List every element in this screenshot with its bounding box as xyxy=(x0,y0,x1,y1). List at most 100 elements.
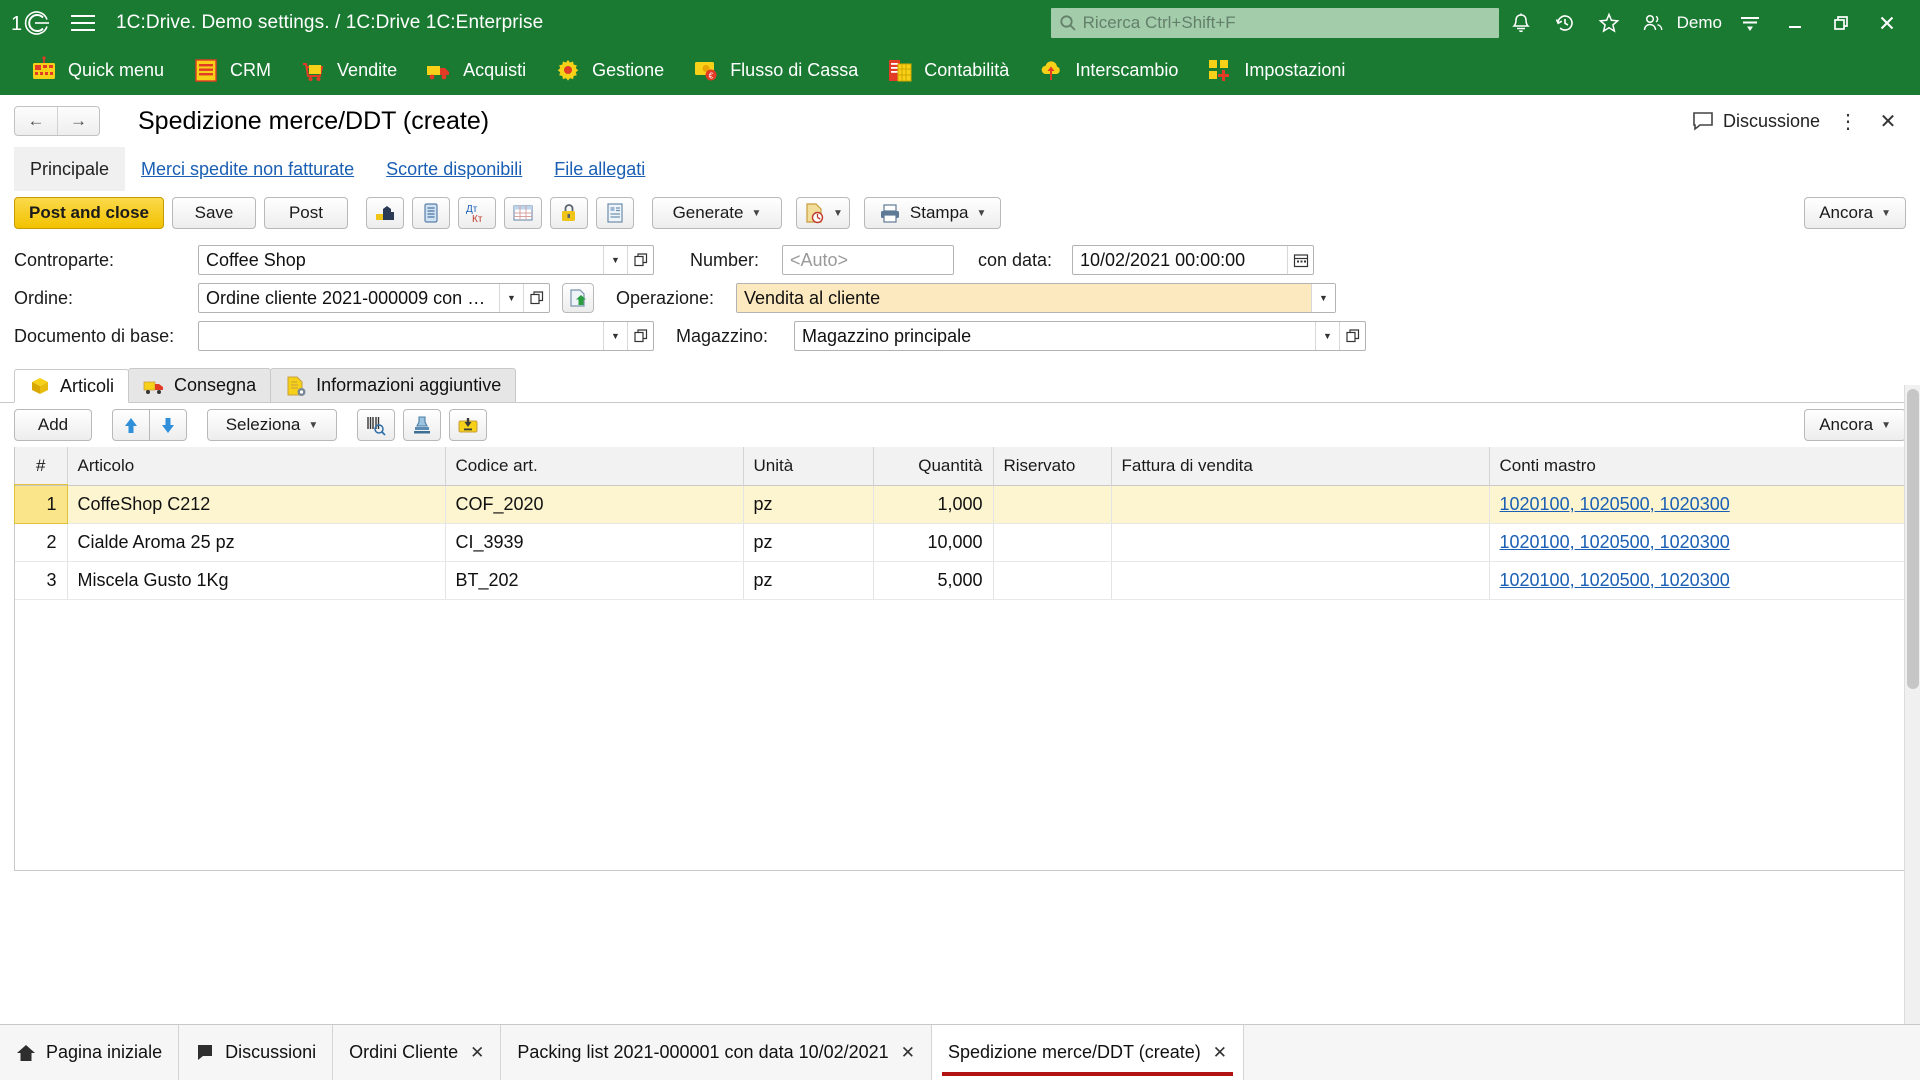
col-unita[interactable]: Unità xyxy=(743,447,874,486)
cell-riservato[interactable] xyxy=(993,485,1112,524)
cell-fattura[interactable] xyxy=(1111,485,1490,524)
calendar-icon[interactable] xyxy=(1287,246,1313,274)
table-report-icon[interactable] xyxy=(503,197,542,229)
cell-conti-mastro[interactable]: 1020100, 1020500, 1020300 xyxy=(1489,561,1905,600)
cell-riservato[interactable] xyxy=(993,523,1112,562)
col-quantita[interactable]: Quantità xyxy=(873,447,994,486)
barcode-scan-icon[interactable] xyxy=(357,409,395,441)
close-form-icon[interactable]: ✕ xyxy=(1870,103,1906,139)
bell-icon[interactable] xyxy=(1499,0,1543,45)
nav-item-gestione[interactable]: Gestione xyxy=(540,45,678,95)
cell-conti-mastro[interactable]: 1020100, 1020500, 1020300 xyxy=(1489,485,1905,524)
cell-quantita[interactable]: 1,000 xyxy=(873,485,994,524)
table-row[interactable]: 1 CoffeShop C212 COF_2020 pz 1,000 10201… xyxy=(14,484,1905,524)
users-icon[interactable] xyxy=(1631,0,1675,45)
user-label[interactable]: Demo xyxy=(1677,13,1722,33)
move-row-down-button[interactable] xyxy=(149,409,187,441)
subtab-principale[interactable]: Principale xyxy=(14,147,126,191)
fill-from-order-button[interactable] xyxy=(562,283,594,313)
nav-item-quick-menu[interactable]: Quick menu xyxy=(16,45,178,95)
import-icon[interactable] xyxy=(449,409,487,441)
add-row-button[interactable]: Add xyxy=(14,409,92,441)
cell-codice[interactable]: COF_2020 xyxy=(445,485,744,524)
ancora-dropdown-button-table[interactable]: Ancora ▼ xyxy=(1804,409,1906,441)
minimize-button[interactable] xyxy=(1772,0,1818,45)
ordine-open-icon[interactable] xyxy=(523,284,549,312)
options-menu-icon[interactable] xyxy=(1728,0,1772,45)
cell-fattura[interactable] xyxy=(1111,523,1490,562)
movements-icon[interactable] xyxy=(365,197,404,229)
ordine-field[interactable]: Ordine cliente 2021-000009 con data ▼ xyxy=(198,283,550,313)
close-icon[interactable]: ✕ xyxy=(470,1043,484,1063)
col-conti-mastro[interactable]: Conti mastro xyxy=(1489,447,1905,486)
magazzino-open-icon[interactable] xyxy=(1339,322,1365,350)
close-icon[interactable]: ✕ xyxy=(1213,1043,1227,1063)
close-icon[interactable]: ✕ xyxy=(901,1043,915,1063)
ordine-dropdown-icon[interactable]: ▼ xyxy=(499,284,523,312)
taskbar-item-pagina-iniziale[interactable]: Pagina iniziale xyxy=(0,1025,180,1080)
nav-item-interscambio[interactable]: Interscambio xyxy=(1023,45,1192,95)
number-field[interactable]: <Auto> xyxy=(782,245,954,275)
conti-mastro-link[interactable]: 1020100, 1020500, 1020300 xyxy=(1500,570,1730,590)
subtab-merci-spedite-non-fatturate[interactable]: Merci spedite non fatturate xyxy=(125,147,370,191)
tab-articoli[interactable]: Articoli xyxy=(14,369,130,403)
nav-item-crm[interactable]: CRM xyxy=(178,45,285,95)
taskbar-item-packing-list[interactable]: Packing list 2021-000001 con data 10/02/… xyxy=(501,1025,932,1080)
taskbar-item-spedizione-merce-ddt[interactable]: Spedizione merce/DDT (create) ✕ xyxy=(931,1025,1244,1080)
post-button[interactable]: Post xyxy=(263,197,348,229)
cell-quantita[interactable]: 5,000 xyxy=(873,561,994,600)
tab-informazioni-aggiuntive[interactable]: Informazioni aggiuntive xyxy=(270,368,517,402)
con-data-field[interactable]: 10/02/2021 00:00:00 xyxy=(1072,245,1314,275)
nav-item-impostazioni[interactable]: Impostazioni xyxy=(1192,45,1359,95)
col-index[interactable]: # xyxy=(15,447,68,486)
cell-unita[interactable]: pz xyxy=(743,485,874,524)
ancora-dropdown-button-top[interactable]: Ancora ▼ xyxy=(1804,197,1906,229)
controparte-dropdown-icon[interactable]: ▼ xyxy=(603,246,627,274)
taskbar-item-ordini-cliente[interactable]: Ordini Cliente ✕ xyxy=(333,1025,502,1080)
tab-consegna[interactable]: Consegna xyxy=(128,368,272,402)
table-row[interactable]: 2 Cialde Aroma 25 pz CI_3939 pz 10,000 1… xyxy=(15,523,1905,562)
dt-kt-icon[interactable]: Дт Кт xyxy=(457,197,496,229)
magazzino-field[interactable]: Magazzino principale ▼ xyxy=(794,321,1366,351)
operazione-field[interactable]: Vendita al cliente ▼ xyxy=(736,283,1336,313)
cell-unita[interactable]: pz xyxy=(743,523,874,562)
stampa-dropdown-button[interactable]: Stampa ▼ xyxy=(863,197,1002,229)
seleziona-dropdown-button[interactable]: Seleziona ▼ xyxy=(207,409,337,441)
col-articolo[interactable]: Articolo xyxy=(67,447,446,486)
lock-icon[interactable] xyxy=(549,197,588,229)
stamp-icon[interactable] xyxy=(403,409,441,441)
cell-codice[interactable]: BT_202 xyxy=(445,561,744,600)
register-icon[interactable] xyxy=(411,197,450,229)
nav-item-flusso-di-cassa[interactable]: € Flusso di Cassa xyxy=(678,45,872,95)
hamburger-menu-icon[interactable] xyxy=(66,10,100,36)
subtab-scorte-disponibili[interactable]: Scorte disponibili xyxy=(370,147,538,191)
cell-fattura[interactable] xyxy=(1111,561,1490,600)
taskbar-item-discussioni[interactable]: Discussioni xyxy=(179,1025,334,1080)
forward-button[interactable]: → xyxy=(57,107,99,135)
documento-di-base-dropdown-icon[interactable]: ▼ xyxy=(603,322,627,350)
generate-dropdown-button[interactable]: Generate ▼ xyxy=(651,197,782,229)
more-options-kebab-icon[interactable]: ⋮ xyxy=(1830,103,1866,139)
scrollbar-thumb[interactable] xyxy=(1907,389,1919,689)
cell-unita[interactable]: pz xyxy=(743,561,874,600)
cell-articolo[interactable]: Cialde Aroma 25 pz xyxy=(67,523,446,562)
save-button[interactable]: Save xyxy=(171,197,256,229)
col-riservato[interactable]: Riservato xyxy=(993,447,1112,486)
cell-riservato[interactable] xyxy=(993,561,1112,600)
nav-item-contabilita[interactable]: Contabilità xyxy=(872,45,1023,95)
cell-quantita[interactable]: 10,000 xyxy=(873,523,994,562)
col-fattura-di-vendita[interactable]: Fattura di vendita xyxy=(1111,447,1490,486)
controparte-field[interactable]: Coffee Shop ▼ xyxy=(198,245,654,275)
cell-codice[interactable]: CI_3939 xyxy=(445,523,744,562)
cell-articolo[interactable]: Miscela Gusto 1Kg xyxy=(67,561,446,600)
col-codice-art[interactable]: Codice art. xyxy=(445,447,744,486)
close-button[interactable] xyxy=(1864,0,1910,45)
documento-di-base-field[interactable]: ▼ xyxy=(198,321,654,351)
nav-item-acquisti[interactable]: Acquisti xyxy=(411,45,540,95)
post-and-close-button[interactable]: Post and close xyxy=(14,197,164,229)
star-icon[interactable] xyxy=(1587,0,1631,45)
document-details-icon[interactable] xyxy=(595,197,634,229)
operazione-dropdown-icon[interactable]: ▼ xyxy=(1311,284,1335,312)
restore-button[interactable] xyxy=(1818,0,1864,45)
move-row-up-button[interactable] xyxy=(112,409,150,441)
